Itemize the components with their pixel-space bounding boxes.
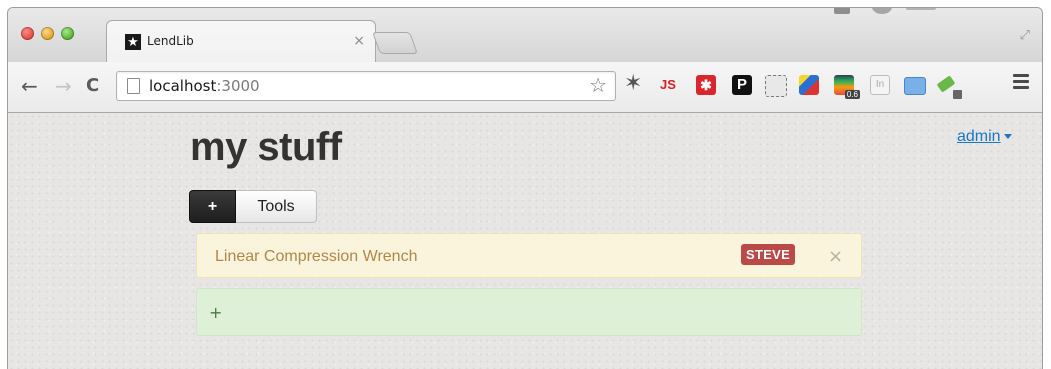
- stats-extension-icon[interactable]: 0.6: [834, 75, 860, 99]
- tab-title: LendLib: [147, 34, 194, 48]
- js-extension-icon[interactable]: JS: [660, 75, 680, 95]
- pinterest-extension-icon[interactable]: P: [732, 75, 752, 95]
- window-maximize-button[interactable]: [61, 27, 74, 40]
- item-name[interactable]: Linear Compression Wrench: [215, 248, 417, 266]
- feedly-extension-icon[interactable]: [938, 75, 962, 99]
- url-text[interactable]: localhost:3000: [149, 77, 260, 95]
- browser-window: ★ LendLib × ⤢ ← → C localhost:3000 ☆ JS …: [7, 7, 1043, 369]
- paint-extension-icon[interactable]: [799, 75, 819, 95]
- new-tab-button[interactable]: [371, 32, 419, 54]
- battery-icon: [834, 8, 850, 14]
- extension-sub-icon: [953, 90, 962, 99]
- url-port: :3000: [216, 77, 260, 95]
- admin-label: admin: [957, 128, 1001, 145]
- list-item[interactable]: Linear Compression Wrench STEVE ×: [196, 233, 862, 278]
- hamburger-menu-icon[interactable]: [1013, 74, 1029, 92]
- add-category-button[interactable]: +: [189, 190, 236, 223]
- title-bar: ★ LendLib × ⤢: [8, 8, 1042, 63]
- forward-arrow-icon[interactable]: →: [55, 74, 72, 98]
- browser-toolbar: ← → C localhost:3000 ☆ JS ✱ P 0.6 In: [8, 62, 1042, 113]
- category-tools-button[interactable]: Tools: [236, 190, 317, 223]
- wifi-icon: [872, 8, 892, 14]
- window-close-button[interactable]: [21, 27, 34, 40]
- window-minimize-button[interactable]: [41, 27, 54, 40]
- lendlib-favicon-icon: ★: [125, 34, 141, 50]
- caret-down-icon: [1003, 134, 1012, 140]
- url-host: localhost: [149, 77, 217, 95]
- menubar-status: [906, 8, 936, 10]
- page-icon: [127, 78, 140, 94]
- browser-tab[interactable]: ★ LendLib ×: [106, 20, 376, 63]
- extension-badge: 0.6: [844, 90, 860, 99]
- page-content: my stuff admin + Tools Linear Compressio…: [8, 113, 1042, 369]
- lastpass-extension-icon[interactable]: ✱: [696, 75, 716, 95]
- bookmark-star-icon[interactable]: ☆: [589, 73, 607, 97]
- page-title: my stuff: [190, 125, 342, 169]
- bug-extension-icon[interactable]: [624, 71, 644, 96]
- menubar-icons: [834, 8, 944, 16]
- linkedin-extension-icon[interactable]: In: [870, 75, 890, 95]
- add-item-row[interactable]: +: [196, 288, 862, 336]
- fullscreen-icon[interactable]: ⤢: [1020, 28, 1030, 43]
- add-item-icon[interactable]: +: [209, 303, 222, 322]
- lent-to-badge[interactable]: STEVE: [741, 244, 796, 265]
- back-arrow-icon[interactable]: ←: [21, 74, 38, 98]
- evernote-extension-icon[interactable]: [765, 75, 787, 97]
- window-extension-icon[interactable]: [904, 77, 926, 95]
- address-bar[interactable]: localhost:3000 ☆: [116, 71, 616, 101]
- admin-user-menu[interactable]: admin: [957, 128, 1012, 146]
- remove-item-icon[interactable]: ×: [828, 246, 843, 267]
- reload-icon[interactable]: C: [86, 75, 99, 96]
- tab-close-icon[interactable]: ×: [353, 33, 365, 49]
